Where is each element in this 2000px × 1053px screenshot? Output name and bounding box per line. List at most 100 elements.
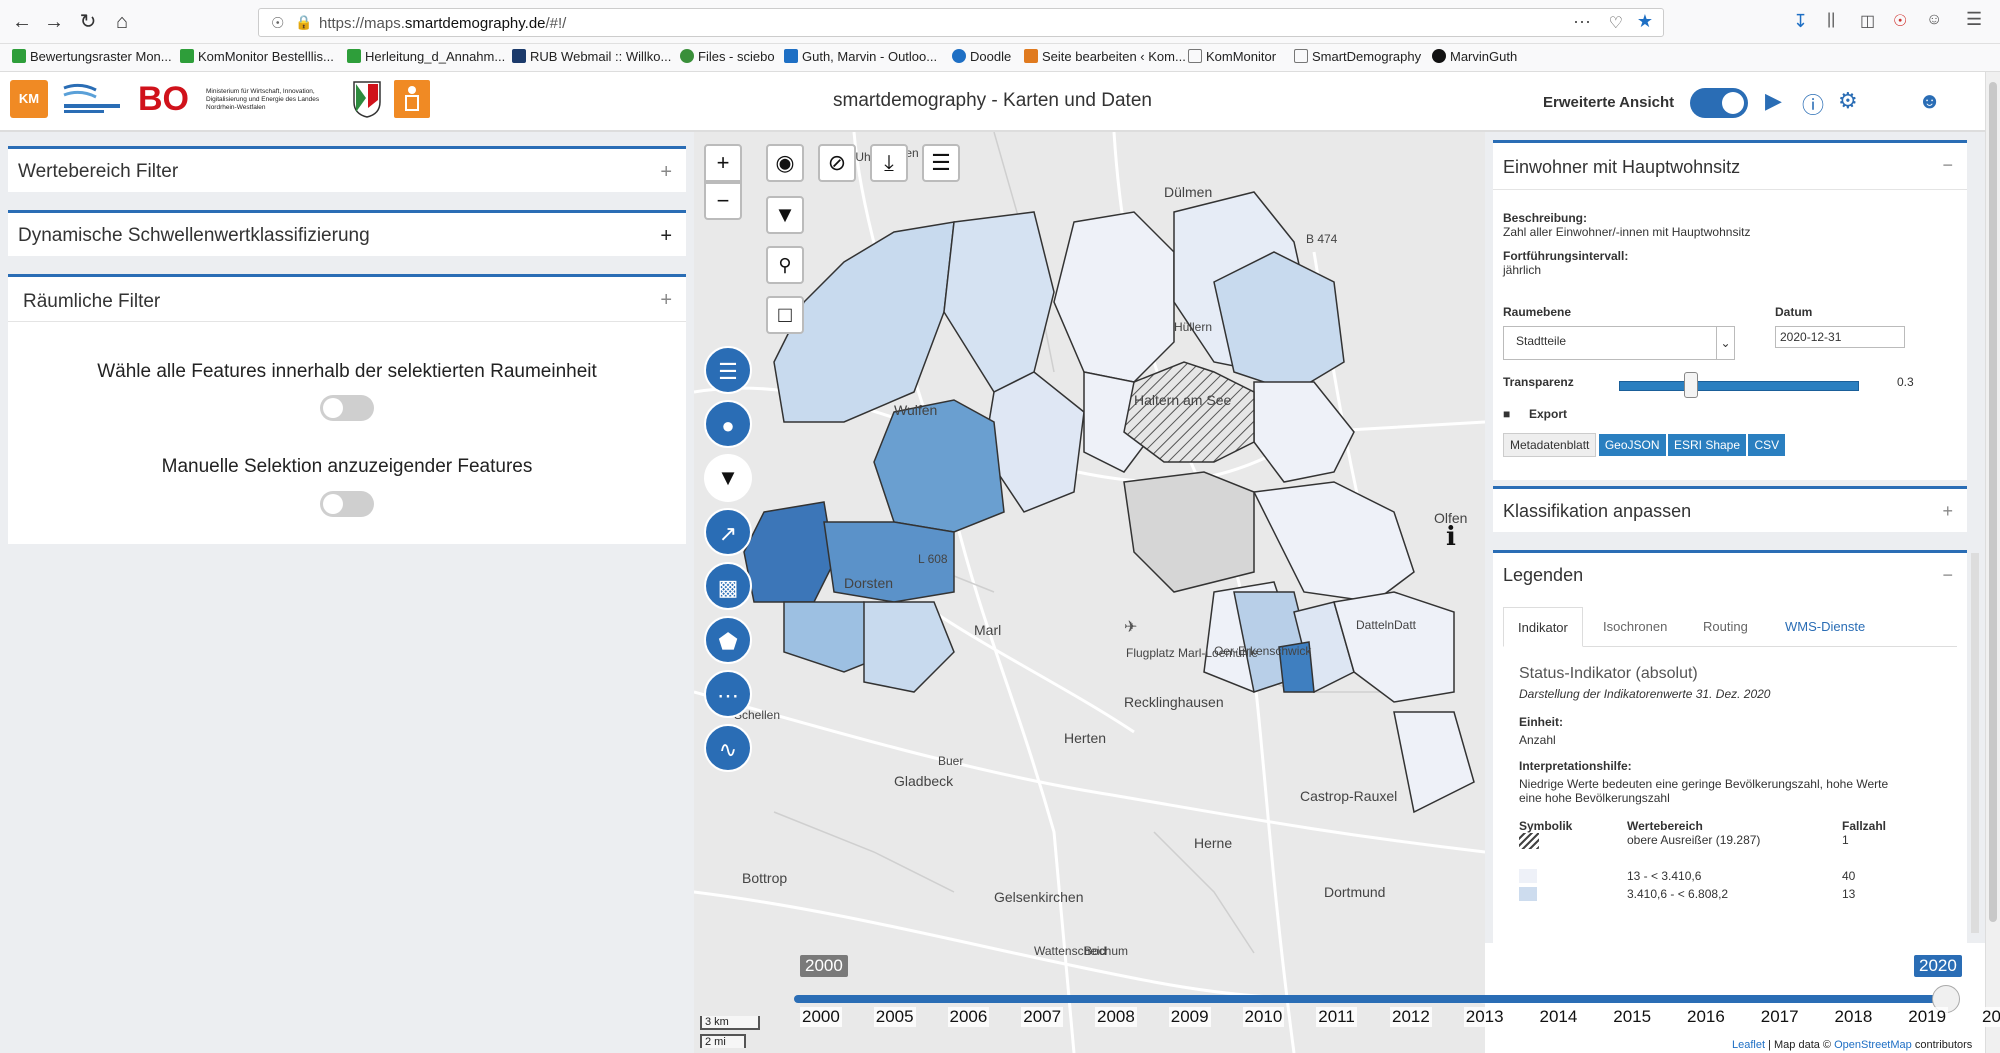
select-all-label: Wähle alle Features innerhalb der selekt… [97, 361, 597, 382]
classification-panel[interactable]: Klassifikation anpassen + [1493, 486, 1967, 532]
transparency-slider[interactable] [1619, 381, 1859, 391]
timeline-year[interactable]: 2006 [947, 1007, 990, 1027]
bookmark-item[interactable]: Seite bearbeiten ‹ Kom... [1024, 49, 1186, 64]
osm-link[interactable]: OpenStreetMap [1834, 1039, 1912, 1051]
interval-text: jährlich [1503, 263, 1542, 277]
bookmark-item[interactable]: KomMonitor Bestelllis... [180, 49, 334, 64]
legends-panel: Legenden − Indikator Isochronen Routing … [1493, 550, 1979, 943]
manual-select-toggle[interactable] [320, 491, 374, 517]
pocket-icon[interactable]: ♡ [1609, 13, 1623, 33]
timeline-year[interactable]: 2020 [1980, 1007, 2000, 1027]
bookmark-item[interactable]: SmartDemography [1294, 49, 1421, 64]
geojson-button[interactable]: GeoJSON [1598, 434, 1666, 456]
page-actions-icon[interactable]: ⋯ [1573, 12, 1591, 33]
zoom-out-button[interactable]: − [704, 182, 742, 220]
filter-tool-icon[interactable]: ▼ [704, 454, 752, 502]
expand-icon[interactable]: + [660, 289, 672, 312]
trend-chart-icon[interactable]: ↗ [704, 508, 752, 556]
metadata-button[interactable]: Metadatenblatt [1503, 433, 1597, 457]
hierarchy-icon[interactable]: ☰ [704, 346, 752, 394]
bookmark-item[interactable]: Doodle [952, 49, 1011, 64]
collapse-icon[interactable]: − [1942, 155, 1953, 176]
map-info-icon[interactable]: i [1446, 522, 1456, 552]
csv-button[interactable]: CSV [1748, 434, 1786, 456]
radar-chart-icon[interactable]: ⬟ [704, 616, 752, 664]
bookmark-item[interactable]: KomMonitor [1188, 49, 1276, 64]
timeline-year[interactable]: 2007 [1021, 1007, 1064, 1027]
downloads-icon[interactable]: ↧ [1793, 11, 1808, 32]
timeline-year[interactable]: 2016 [1685, 1007, 1727, 1027]
select-all-toggle[interactable] [320, 395, 374, 421]
home-icon[interactable]: ⌂ [108, 8, 136, 36]
url-bar[interactable]: ☉ 🔒 https://maps.smartdemography.de/#!/ … [258, 8, 1664, 37]
bar-chart-icon[interactable]: ▩ [704, 562, 752, 610]
timeline-year[interactable]: 2013 [1463, 1007, 1506, 1027]
user-settings-icon[interactable]: ☻ [1918, 88, 1941, 114]
bookmark-favicon-icon [1024, 49, 1038, 63]
extension-icon[interactable]: ☉ [1893, 11, 1907, 31]
account-icon[interactable]: ☺ [1926, 11, 1942, 29]
scatter-plot-icon[interactable]: ⋯ [704, 670, 752, 718]
timeline-year[interactable]: 2011 [1316, 1007, 1357, 1027]
timeline-year[interactable]: 2012 [1390, 1007, 1432, 1027]
filter-icon[interactable]: ▼ [766, 196, 804, 234]
collapse-icon[interactable]: − [1942, 565, 1953, 586]
bookmark-item[interactable]: MarvinGuth [1432, 49, 1517, 64]
expand-icon[interactable]: + [660, 161, 672, 184]
timeline-year[interactable]: 2009 [1168, 1007, 1211, 1027]
forward-icon[interactable]: → [40, 8, 68, 36]
timeline-year[interactable]: 2005 [873, 1007, 916, 1027]
timeline-year[interactable]: 2000 [800, 1007, 842, 1027]
tab-indikator[interactable]: Indikator [1503, 607, 1583, 647]
tab-routing[interactable]: Routing [1689, 607, 1762, 647]
dynamic-threshold-panel[interactable]: Dynamische Schwellenwertklassifizierung … [8, 210, 686, 256]
library-icon[interactable]: || [1827, 11, 1835, 29]
menu-icon[interactable]: ☰ [1966, 9, 1982, 30]
info-icon[interactable]: ⓘ [1802, 88, 1824, 120]
timeline-year[interactable]: 2015 [1611, 1007, 1654, 1027]
expand-icon[interactable]: + [1942, 501, 1953, 522]
map-view[interactable]: ✈ Dülmen Haltern am See Wulfen Dorsten Marl R… [694, 132, 1485, 1053]
reload-icon[interactable]: ↻ [74, 8, 102, 36]
expand-icon[interactable]: + [660, 225, 672, 248]
timeline-year[interactable]: 2010 [1242, 1007, 1285, 1027]
transparency-thumb[interactable] [1684, 372, 1698, 398]
page-scrollbar[interactable] [1985, 72, 2000, 1053]
bookmark-item[interactable]: RUB Webmail :: Willko... [512, 49, 671, 64]
legend-scrollbar[interactable] [1971, 553, 1979, 933]
leaflet-link[interactable]: Leaflet [1732, 1039, 1765, 1051]
play-icon[interactable]: ▶ [1765, 88, 1782, 114]
tab-wms-dienste[interactable]: WMS-Dienste [1771, 607, 1879, 647]
timeline-year[interactable]: 2014 [1537, 1007, 1580, 1027]
globe-icon[interactable]: ◉ [766, 144, 804, 182]
sidebar-icon[interactable]: ◫ [1860, 11, 1875, 31]
timeline-year[interactable]: 2018 [1832, 1007, 1875, 1027]
route-icon[interactable]: ∿ [704, 724, 752, 772]
settings-icon[interactable]: ⚙ [1838, 88, 1858, 114]
tab-isochronen[interactable]: Isochronen [1589, 607, 1681, 647]
download-icon[interactable]: ⤓ [870, 144, 908, 182]
value-filter-panel[interactable]: Wertebereich Filter + [8, 146, 686, 192]
map-place-label: Dorsten [844, 575, 894, 591]
location-pin-icon[interactable]: ● [704, 400, 752, 448]
esri-shape-button[interactable]: ESRI Shape [1667, 434, 1747, 456]
date-label-text: Datum [1775, 305, 1813, 319]
bookmark-item[interactable]: Herleitung_d_Annahm... [347, 49, 505, 64]
timeline-year[interactable]: 2017 [1758, 1007, 1801, 1027]
search-icon[interactable]: ⚲ [766, 246, 804, 284]
level-select[interactable]: Stadtteile ⌄ [1503, 326, 1735, 360]
timeline-track[interactable] [794, 995, 1944, 1003]
bookmark-star-icon[interactable]: ★ [1637, 11, 1653, 32]
timeline-year[interactable]: 2008 [1095, 1007, 1137, 1027]
date-input[interactable]: 2020-12-31 [1775, 326, 1905, 348]
zoom-in-button[interactable]: + [704, 144, 742, 182]
bookmark-item[interactable]: Guth, Marvin - Outloo... [784, 49, 937, 64]
bookmark-item[interactable]: Files - sciebo [680, 49, 775, 64]
timeline-year[interactable]: 2019 [1906, 1007, 1949, 1027]
measure-icon[interactable]: □ [766, 296, 804, 334]
extended-view-toggle[interactable] [1690, 88, 1748, 118]
bookmark-item[interactable]: Bewertungsraster Mon... [12, 49, 172, 64]
layers-icon[interactable]: ☰ [922, 144, 960, 182]
back-icon[interactable]: ← [8, 8, 36, 36]
cancel-icon[interactable]: ⊘ [818, 144, 856, 182]
